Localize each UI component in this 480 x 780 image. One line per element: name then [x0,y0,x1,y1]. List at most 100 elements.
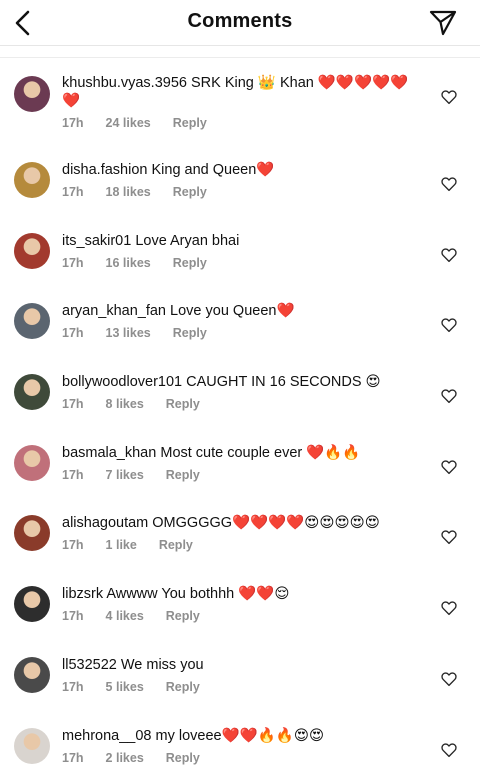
comment-meta: 17h 16 likes Reply [62,256,229,270]
like-count[interactable]: 5 likes [106,680,144,694]
comment-text: King and Queen❤️ [151,162,275,178]
like-count[interactable]: 24 likes [106,116,151,130]
like-heart-icon[interactable] [440,741,458,759]
comment-meta: 17h 8 likes Reply [62,397,222,411]
comment-body: bollywoodlover101 CAUGHT IN 16 SECONDS 😍 [62,373,422,391]
comment-body: alishagoutam OMGGGGG❤️❤️❤️❤️😍😍😍😍😍 [62,514,422,532]
comment-list: khushbu.vyas.3956 SRK King 👑 Khan ❤️❤️❤️… [0,58,480,780]
timestamp: 17h [62,185,84,199]
username[interactable]: libzsrk [62,586,103,602]
like-count[interactable]: 1 like [106,538,137,552]
timestamp: 17h [62,255,84,270]
comment-meta: 17h 2 likes Reply [62,751,222,765]
avatar[interactable] [14,586,50,623]
comment-meta: 17h 1 like Reply [62,538,215,552]
comment-text: We miss you [120,656,204,673]
comment-row: its_sakir01 Love Aryan bhai 17h 16 likes Re… [0,221,480,292]
timestamp: 17h [62,538,84,553]
page-title: Comments [187,10,293,32]
avatar[interactable] [14,76,50,112]
like-count[interactable]: 8 likes [106,397,144,411]
comment-meta: 17h 13 likes Reply [62,326,229,340]
comment-text: my loveee❤️❤️🔥🔥😍😍 [155,727,325,744]
comment-meta: 17h 7 likes Reply [62,468,222,482]
username[interactable]: alishagoutam [62,515,148,531]
like-heart-icon[interactable] [440,316,458,334]
comment-meta: 17h 4 likes Reply [62,609,222,623]
reply-button[interactable]: Reply [166,751,200,765]
username[interactable]: ll532522 [62,657,117,673]
comment-row: disha.fashion King and Queen❤️ 17h 18 like… [0,150,480,221]
timestamp: 17h [62,326,84,341]
comment-meta: 17h 18 likes Reply [62,185,229,199]
username[interactable]: aryan_khan_fan [62,303,166,319]
like-heart-icon[interactable] [440,88,458,106]
reply-button[interactable]: Reply [166,609,200,623]
like-heart-icon[interactable] [440,670,458,688]
reply-button[interactable]: Reply [173,116,207,130]
username[interactable]: disha.fashion [62,162,147,178]
reply-button[interactable]: Reply [166,397,200,411]
comment-row: aryan_khan_fan Love you Queen❤️ 17h 13 lik… [0,291,480,362]
comment-row: ll532522 We miss you 17h 5 likes Reply [0,645,480,716]
comment-row: bollywoodlover101 CAUGHT IN 16 SECONDS 😍… [0,362,480,433]
reply-button[interactable]: Reply [166,468,200,482]
comment-row: libzsrk Awwww You bothhh ❤️❤️😌 17h 4 likes… [0,574,480,645]
like-heart-icon[interactable] [440,528,458,546]
reply-button[interactable]: Reply [173,185,207,199]
like-heart-icon[interactable] [440,458,458,476]
comment-body: its_sakir01 Love Aryan bhai [62,232,422,250]
username[interactable]: its_sakir01 [62,233,131,249]
username[interactable]: bollywoodlover101 [62,374,182,390]
avatar[interactable] [14,303,50,340]
send-icon[interactable] [428,8,458,38]
comment-body: libzsrk Awwww You bothhh ❤️❤️😌 [62,585,422,603]
comment-body: aryan_khan_fan Love you Queen❤️ [62,302,422,320]
comment-text: Awwww You bothhh ❤️❤️😌 [106,586,290,603]
comment-body: khushbu.vyas.3956 SRK King 👑 Khan ❤️❤️❤️… [62,74,422,110]
like-count[interactable]: 7 likes [106,468,144,482]
timestamp: 17h [62,467,84,482]
timestamp: 17h [62,397,84,412]
comment-row: khushbu.vyas.3956 SRK King 👑 Khan ❤️❤️❤️… [0,58,480,150]
like-heart-icon[interactable] [440,175,458,193]
reply-button[interactable]: Reply [173,326,207,340]
like-heart-icon[interactable] [440,599,458,617]
like-count[interactable]: 13 likes [106,326,151,340]
comment-body: basmala_khan Most cute couple ever ❤️🔥🔥 [62,444,422,462]
username[interactable]: mehrona__08 [62,728,152,744]
like-count[interactable]: 18 likes [106,185,151,199]
comment-meta: 17h 24 likes Reply [62,116,229,130]
avatar[interactable] [14,727,50,764]
reply-button[interactable]: Reply [166,680,200,694]
comment-text: OMGGGGG❤️❤️❤️❤️😍😍😍😍😍 [152,515,380,532]
like-heart-icon[interactable] [440,387,458,405]
comment-text: CAUGHT IN 16 SECONDS 😍 [186,374,381,391]
comment-row: basmala_khan Most cute couple ever ❤️🔥🔥 1… [0,433,480,504]
avatar[interactable] [14,232,50,269]
username[interactable]: basmala_khan [62,445,156,461]
like-heart-icon[interactable] [440,246,458,264]
avatar[interactable] [14,162,50,198]
reply-button[interactable]: Reply [173,256,207,270]
username[interactable]: khushbu.vyas.3956 [62,75,187,91]
comment-meta: 17h 5 likes Reply [62,680,222,694]
avatar[interactable] [14,374,50,411]
avatar[interactable] [14,515,50,552]
avatar[interactable] [14,656,50,693]
comment-body: ll532522 We miss you [62,656,422,674]
reply-button[interactable]: Reply [159,538,193,552]
comment-body: mehrona__08 my loveee❤️❤️🔥🔥😍😍 [62,727,422,745]
comment-row: alishagoutam OMGGGGG❤️❤️❤️❤️😍😍😍😍😍 17h 1 li… [0,503,480,574]
like-count[interactable]: 2 likes [106,751,144,765]
timestamp: 17h [62,679,84,694]
like-count[interactable]: 16 likes [106,256,151,270]
timestamp: 17h [62,116,84,130]
avatar[interactable] [14,444,50,481]
timestamp: 17h [62,609,84,624]
like-count[interactable]: 4 likes [106,609,144,623]
comment-text: Love Aryan bhai [135,232,240,249]
comment-text: Love you Queen❤️ [170,303,295,320]
comment-text: Most cute couple ever ❤️🔥🔥 [160,444,361,461]
top-bar: Comments [0,0,480,46]
